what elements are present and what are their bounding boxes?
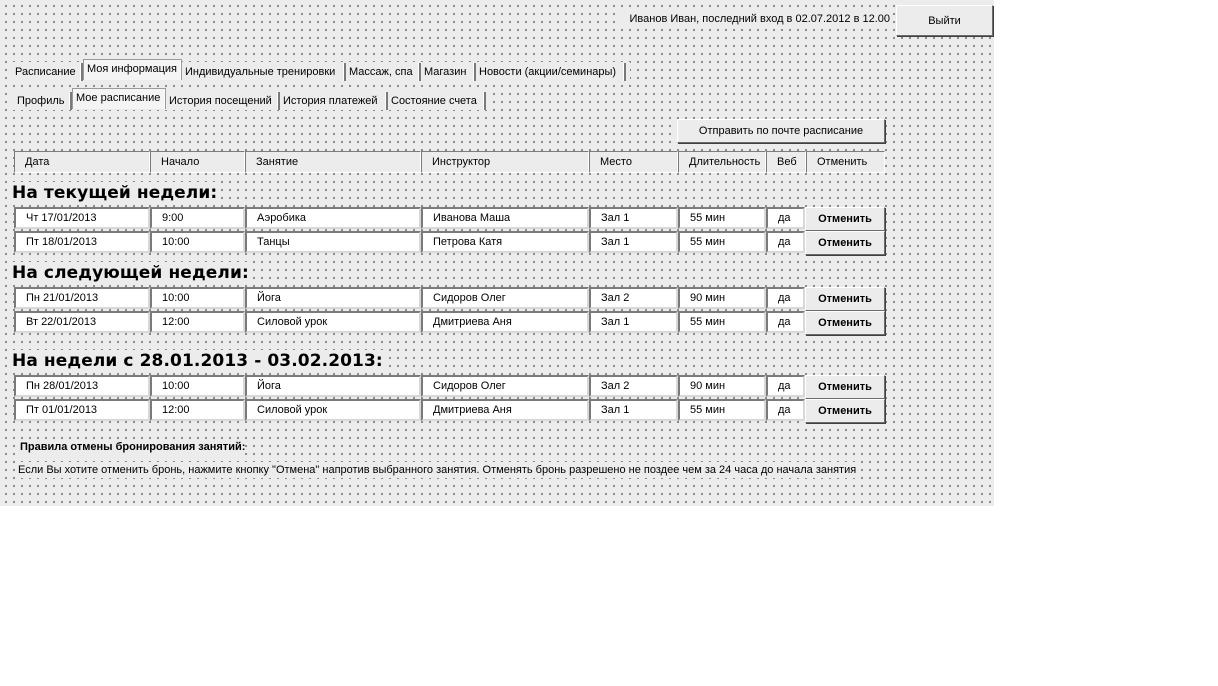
cell-start: 10:00	[150, 231, 245, 253]
cell-start: 10:00	[150, 375, 245, 397]
user-login-info: Иванов Иван, последний вход в 02.07.2012…	[620, 9, 890, 29]
tab-account-status[interactable]: Состояние счета	[388, 92, 486, 110]
cancel-button[interactable]: Отменить	[805, 287, 885, 311]
cell-place: Зал 1	[589, 231, 678, 253]
tab-my-schedule[interactable]: Мое расписание	[72, 88, 166, 109]
cell-activity: Йога	[245, 375, 421, 397]
tab-massage-spa[interactable]: Массаж, спа	[346, 63, 421, 81]
cell-place: Зал 2	[589, 287, 678, 309]
cell-instructor: Иванова Маша	[421, 207, 589, 229]
cancel-button[interactable]: Отменить	[805, 207, 885, 231]
cell-date: Вт 22/01/2013	[14, 311, 150, 333]
section-title-current-week: На текущей недели:	[12, 182, 218, 204]
cell-place: Зал 1	[589, 399, 678, 421]
cancel-button[interactable]: Отменить	[805, 375, 885, 399]
cell-date: Пт 01/01/2013	[14, 399, 150, 421]
form-canvas: Иванов Иван, последний вход в 02.07.2012…	[0, 0, 994, 506]
main-tab-bar: Расписание Моя информация Индивидуальные…	[10, 59, 630, 81]
cell-place: Зал 1	[589, 311, 678, 333]
section-title-next-week: На следующей недели:	[12, 262, 249, 284]
cell-duration: 55 мин	[678, 399, 766, 421]
column-header-start: Начало	[150, 151, 245, 173]
cell-date: Пт 18/01/2013	[14, 231, 150, 253]
cell-web: да	[766, 311, 805, 333]
cell-duration: 55 мин	[678, 207, 766, 229]
cell-date: Пн 21/01/2013	[14, 287, 150, 309]
cell-start: 12:00	[150, 311, 245, 333]
cell-place: Зал 1	[589, 207, 678, 229]
cancellation-rules-title: Правила отмены бронирования занятий:	[20, 439, 246, 455]
column-header-duration: Длительность	[678, 151, 766, 173]
logout-button[interactable]: Выйти	[896, 5, 993, 36]
cell-activity: Силовой урок	[245, 399, 421, 421]
column-header-activity: Занятие	[245, 151, 421, 173]
cell-activity: Аэробика	[245, 207, 421, 229]
cell-activity: Йога	[245, 287, 421, 309]
column-header-place: Место	[589, 151, 678, 173]
tab-my-info[interactable]: Моя информация	[83, 59, 182, 80]
cell-instructor: Дмитриева Аня	[421, 311, 589, 333]
cancel-button[interactable]: Отменить	[805, 311, 885, 335]
tab-profile[interactable]: Профиль	[14, 92, 72, 110]
cell-web: да	[766, 375, 805, 397]
tab-payment-history[interactable]: История платежей	[280, 92, 388, 110]
cell-start: 9:00	[150, 207, 245, 229]
cell-duration: 55 мин	[678, 231, 766, 253]
cell-web: да	[766, 287, 805, 309]
cancel-button[interactable]: Отменить	[805, 231, 885, 255]
cell-web: да	[766, 231, 805, 253]
cell-start: 12:00	[150, 399, 245, 421]
tab-shop[interactable]: Магазин	[421, 63, 476, 81]
cancellation-rules-text: Если Вы хотите отменить бронь, нажмите к…	[18, 462, 857, 478]
tab-news[interactable]: Новости (акции/семинары)	[476, 63, 626, 81]
cell-activity: Танцы	[245, 231, 421, 253]
cell-duration: 90 мин	[678, 287, 766, 309]
cell-instructor: Сидоров Олег	[421, 287, 589, 309]
tab-schedule[interactable]: Расписание	[12, 63, 83, 81]
section-title-week-range: На недели с 28.01.2013 - 03.02.2013:	[12, 350, 383, 372]
tab-visit-history[interactable]: История посещений	[166, 92, 280, 110]
column-header-instructor: Инструктор	[421, 151, 589, 173]
cell-start: 10:00	[150, 287, 245, 309]
sub-tab-bar: Профиль Мое расписание История посещений…	[10, 88, 488, 110]
tab-individual-training[interactable]: Индивидуальные тренировки	[182, 63, 346, 81]
cell-date: Чт 17/01/2013	[14, 207, 150, 229]
cell-date: Пн 28/01/2013	[14, 375, 150, 397]
cell-activity: Силовой урок	[245, 311, 421, 333]
cell-duration: 55 мин	[678, 311, 766, 333]
cell-instructor: Сидоров Олег	[421, 375, 589, 397]
cell-instructor: Петрова Катя	[421, 231, 589, 253]
cell-instructor: Дмитриева Аня	[421, 399, 589, 421]
cell-place: Зал 2	[589, 375, 678, 397]
column-header-date: Дата	[14, 151, 150, 173]
column-header-web: Веб	[766, 151, 806, 173]
column-header-cancel: Отменить	[806, 151, 885, 173]
cancel-button[interactable]: Отменить	[805, 399, 885, 423]
cell-web: да	[766, 207, 805, 229]
send-schedule-email-button[interactable]: Отправить по почте расписание	[677, 119, 885, 143]
cell-web: да	[766, 399, 805, 421]
cell-duration: 90 мин	[678, 375, 766, 397]
